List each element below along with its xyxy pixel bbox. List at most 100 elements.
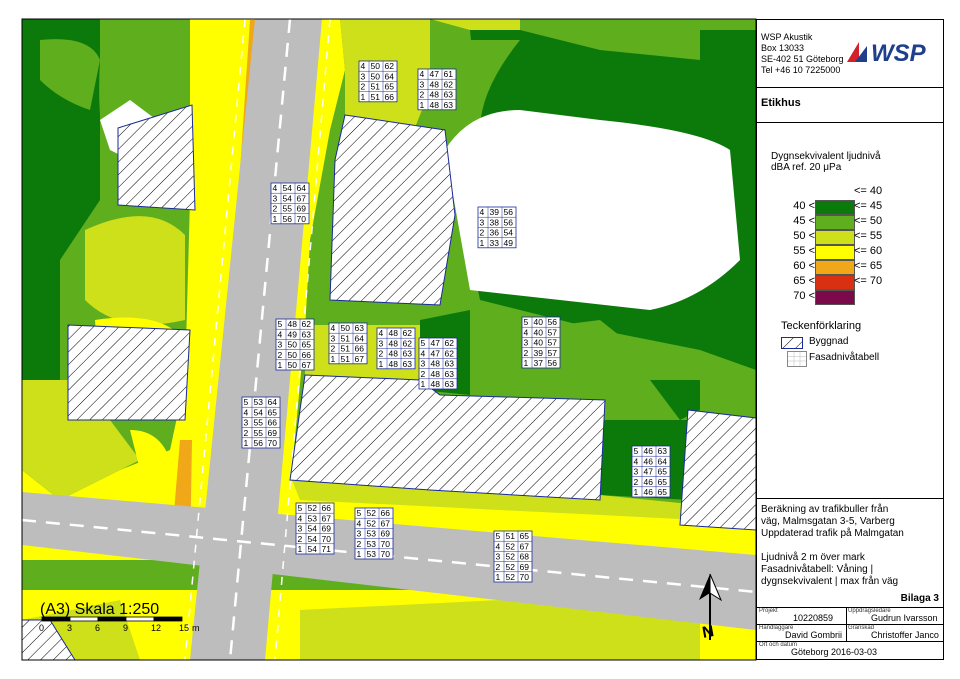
facade-cell: 3 [634, 467, 639, 477]
facade-cell: 51 [506, 531, 516, 541]
facade-cell: 63 [444, 100, 454, 110]
facade-cell: 2 [278, 350, 283, 360]
legend-row: 65 < <= 70 [757, 275, 943, 290]
projekt-label: Projekt [759, 608, 778, 614]
facade-cell: 46 [644, 477, 654, 487]
facade-cell: 46 [644, 446, 654, 456]
facade-cell: 56 [548, 358, 558, 368]
facade-cell: 51 [341, 354, 351, 364]
info-panel: WSP Akustik Box 13033 SE-402 51 Göteborg… [756, 19, 944, 660]
legend-low: 70 < [793, 290, 815, 302]
facade-cell: 4 [420, 69, 425, 79]
facade-cell: 48 [389, 328, 399, 338]
facade-cell: 1 [420, 100, 425, 110]
facade-cell: 39 [534, 348, 544, 358]
facade-cell: 65 [302, 340, 312, 350]
facade-cell: 47 [430, 69, 440, 79]
facade-cell: 51 [341, 344, 351, 354]
facade-cell: 48 [288, 319, 298, 329]
facade-cell: 62 [445, 348, 455, 358]
facade-cell: 54 [283, 183, 293, 193]
facade-cell: 4 [480, 207, 485, 217]
facade-table: 5 52 66 4 52 67 3 53 69 2 53 70 1 53 70 [354, 507, 394, 560]
facade-cell: 57 [548, 327, 558, 337]
facade-cell: 50 [371, 61, 381, 71]
facade-cell: 4 [421, 348, 426, 358]
facade-cell: 2 [480, 228, 485, 238]
facade-table: 4 54 64 3 54 67 2 55 69 1 56 70 [270, 182, 310, 225]
appendix-label: Bilaga 3 [900, 593, 939, 604]
facade-cell: 48 [389, 349, 399, 359]
facade-cell: 56 [548, 317, 558, 327]
scale-tick-label: 6 [95, 623, 100, 633]
legend-low: 65 < [793, 275, 815, 287]
facade-cell: 70 [268, 438, 278, 448]
facade-cell: 4 [357, 518, 362, 528]
facade-cell: 2 [244, 428, 249, 438]
facade-cell: 4 [361, 61, 366, 71]
facade-cell: 65 [520, 531, 530, 541]
facade-cell: 63 [355, 323, 365, 333]
facade-cell: 52 [308, 503, 318, 513]
legend-swatch [815, 230, 855, 245]
legend-title-2: dBA ref. 20 μPa [771, 162, 842, 173]
facade-cell: 4 [244, 407, 249, 417]
facade-cell: 1 [331, 354, 336, 364]
facade-cell: 62 [444, 79, 454, 89]
legend-low: 45 < [793, 215, 815, 227]
facade-cell: 40 [534, 327, 544, 337]
facade-cell: 63 [444, 90, 454, 100]
facade-cell: 63 [302, 329, 312, 339]
facade-cell: 66 [385, 92, 395, 102]
facade-cell: 66 [355, 344, 365, 354]
facade-cell: 52 [367, 508, 377, 518]
facade-cell: 54 [504, 228, 514, 238]
facade-cell: 63 [658, 446, 668, 456]
facade-cell: 70 [322, 534, 332, 544]
uppdragsledare-value: Gudrun Ivarsson [871, 613, 938, 623]
facade-cell: 65 [268, 407, 278, 417]
facade-cell: 71 [322, 544, 332, 554]
facade-cell: 67 [381, 518, 391, 528]
facade-cell: 53 [367, 549, 377, 559]
legend-row: 70 < [757, 290, 943, 305]
facade-table: 4 39 56 3 38 56 2 36 54 1 33 49 [477, 206, 517, 249]
facade-cell: 62 [385, 61, 395, 71]
facade-cell: 50 [288, 350, 298, 360]
building-symbol-icon [781, 336, 803, 349]
facade-cell: 53 [367, 529, 377, 539]
facade-cell: 67 [520, 541, 530, 551]
facade-cell: 52 [506, 552, 516, 562]
legend-low: 55 < [793, 245, 815, 257]
facade-cell: 65 [658, 487, 668, 497]
legend-row: 45 < <= 50 [757, 215, 943, 230]
facade-cell: 48 [431, 369, 441, 379]
facade-cell: 64 [297, 183, 307, 193]
scale-tick-label: 12 [151, 623, 161, 633]
description-line: Uppdaterad trafik på Malmgatan [761, 528, 904, 539]
description-line: dygnsekvivalent | max från väg [761, 576, 899, 587]
legend-high: <= 70 [854, 275, 883, 287]
building-symbol-label: Byggnad [809, 336, 849, 347]
facade-cell: 53 [254, 397, 264, 407]
facade-cell: 51 [371, 82, 381, 92]
facade-cell: 38 [490, 217, 500, 227]
scale-segment [69, 616, 99, 622]
facade-cell: 64 [268, 397, 278, 407]
facade-cell: 49 [288, 329, 298, 339]
facade-cell: 54 [283, 193, 293, 203]
facade-cell: 57 [548, 338, 558, 348]
facade-cell: 1 [273, 214, 278, 224]
facade-cell: 52 [506, 562, 516, 572]
facade-table: 5 51 65 4 52 67 3 52 68 2 52 69 1 52 70 [493, 530, 533, 583]
legend-swatch [815, 275, 855, 290]
facade-cell: 4 [634, 456, 639, 466]
legend-swatch [815, 215, 855, 230]
facade-table: 4 50 63 3 51 64 2 51 66 1 51 67 [328, 322, 368, 365]
facade-cell: 3 [379, 338, 384, 348]
facade-cell: 4 [298, 513, 303, 523]
legend-high: <= 60 [854, 245, 883, 257]
facade-cell: 64 [385, 71, 395, 81]
facade-cell: 56 [254, 438, 264, 448]
scale-segment [41, 616, 71, 622]
